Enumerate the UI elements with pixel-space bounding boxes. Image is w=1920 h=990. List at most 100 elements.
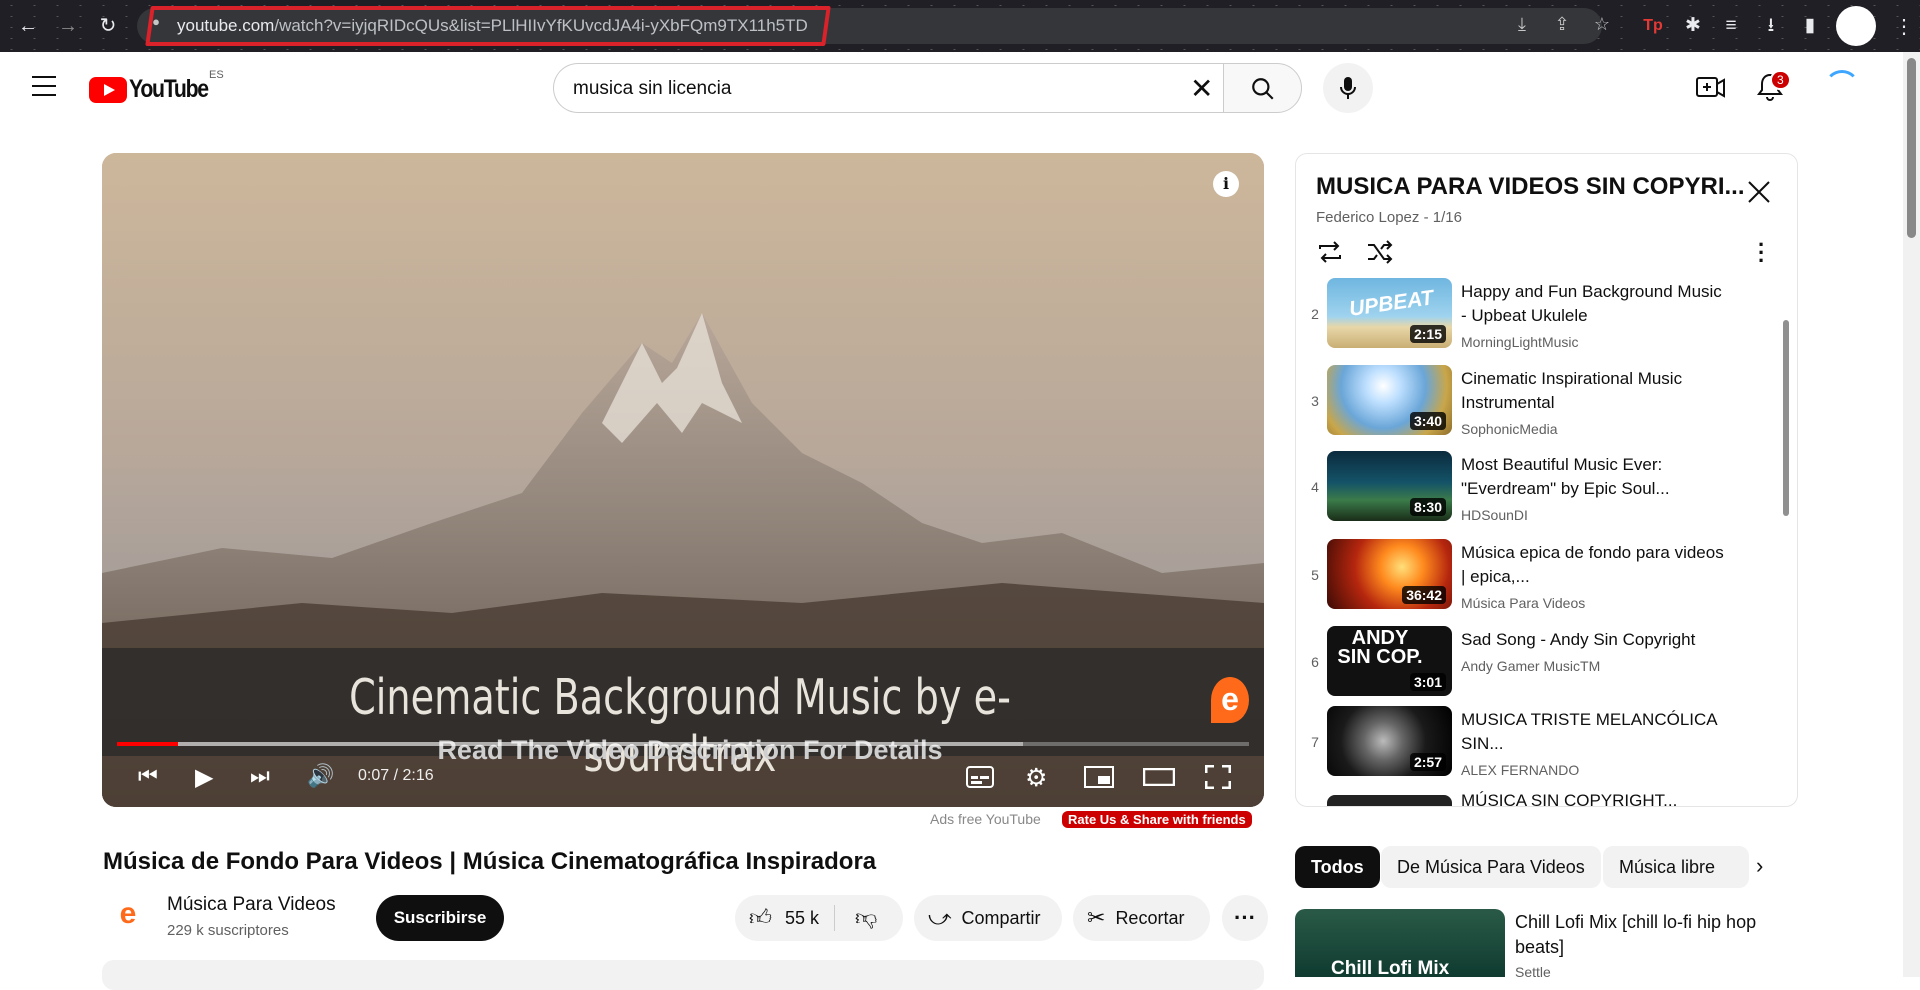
playlist-item-title: Cinematic Inspirational Music Instrument… [1461,369,1683,412]
close-playlist-icon[interactable] [1747,180,1771,204]
profile-avatar[interactable] [1836,6,1876,46]
thumbnail-text: ANDY SIN COP. [1337,627,1423,668]
miniplayer-icon[interactable] [1084,766,1114,788]
share-icon[interactable]: ⇪ [1550,14,1574,35]
reload-icon[interactable]: ↻ [94,12,122,40]
search-button[interactable] [1223,63,1302,113]
playlist-item[interactable]: 2 UPBEAT 2:15 Happy and Fun Background M… [1296,278,1776,354]
description-box[interactable] [102,960,1264,990]
downloads-icon[interactable]: ⭳ [1758,13,1784,39]
playlist-item-title: MUSICA TRISTE MELANCÓLICA SIN... [1461,710,1717,753]
progress-bar[interactable] [117,742,1249,746]
dislike-icon[interactable]: 👎︎ [855,904,877,931]
page-scrollbar[interactable] [1903,52,1920,977]
subtitles-icon[interactable] [966,766,994,788]
playlist-item-channel: Música Para Videos [1461,595,1586,611]
clip-button[interactable]: ✂ Recortar [1073,895,1210,941]
account-avatar-loading[interactable] [1824,70,1860,106]
clear-search-icon[interactable]: ✕ [1190,72,1213,105]
playlist-item[interactable]: MÚSICA SIN COPYRIGHT... [1296,791,1776,806]
clip-label: Recortar [1115,907,1185,928]
e-soundtrax-logo: e [1211,677,1249,723]
channel-avatar[interactable]: e [110,897,146,933]
playlist-item-channel: ALEX FERNANDO [1461,762,1580,778]
bookmark-star-icon[interactable]: ☆ [1590,14,1614,35]
playlist-item-thumbnail: UPBEAT 2:15 [1327,278,1452,348]
more-actions-icon[interactable]: ··· [1222,895,1268,941]
extension-tp-icon[interactable]: Tp [1640,13,1666,39]
playlist-item-thumbnail: 2:57 [1327,706,1452,776]
playlist-item-duration: 8:30 [1409,498,1446,516]
guide-menu-icon[interactable] [32,76,56,96]
playlist-item[interactable]: 7 2:57 MUSICA TRISTE MELANCÓLICA SIN... … [1296,706,1776,782]
subscribe-button[interactable]: Suscribirse [376,895,504,941]
playlist-more-icon[interactable]: · · · [1758,234,1765,272]
youtube-play-icon [89,76,127,103]
fullscreen-icon[interactable] [1205,765,1231,789]
playlist-scrollbar[interactable] [1783,320,1789,516]
volume-icon[interactable]: 🔊 [307,763,334,789]
playlist-item-duration: 2:57 [1409,753,1446,771]
chips-next-icon[interactable]: › [1756,853,1763,879]
playlist-items: 2 UPBEAT 2:15 Happy and Fun Background M… [1296,276,1791,806]
forward-icon[interactable]: → [54,12,82,40]
playlist-item-thumbnail: 3:40 [1327,365,1452,435]
microphone-icon [1340,77,1356,99]
voice-search-button[interactable] [1323,63,1373,113]
like-count[interactable]: 55 k [785,908,819,929]
playlist-item-duration: 3:01 [1409,673,1446,691]
chip-todos[interactable]: Todos [1295,846,1380,888]
create-video-icon[interactable] [1696,75,1726,101]
chrome-menu-icon[interactable]: ⋮ [1894,14,1914,39]
ads-free-text[interactable]: Ads free YouTube [930,811,1041,827]
playlist-item-title: Happy and Fun Background Music - Upbeat … [1461,282,1722,325]
next-icon[interactable]: ⏭ [250,763,270,789]
playlist-title[interactable]: MUSICA PARA VIDEOS SIN COPYRI... [1316,173,1745,201]
playlist-item-index: 2 [1311,306,1319,322]
channel-name[interactable]: Música Para Videos [167,894,336,916]
extensions-puzzle-icon[interactable]: ✱ [1680,13,1706,39]
rate-share-button[interactable]: Rate Us & Share with friends [1062,811,1252,828]
previous-icon[interactable]: ⏮ [138,763,158,789]
like-dislike-group: 👍︎ 55 k 👎︎ [735,895,903,941]
thumbnail-text: UPBEAT [1347,286,1435,321]
banner-subtitle: Read The Video Description For Details [437,735,943,765]
settings-gear-icon[interactable]: ⚙ [1025,763,1047,793]
install-icon[interactable]: ⤓ [1510,14,1534,35]
back-icon[interactable]: ← [14,12,42,40]
video-info-button[interactable]: i [1213,171,1239,197]
playlist-item[interactable]: 5 36:42 Música epica de fondo para video… [1296,539,1776,615]
playlist-item-index: 7 [1311,734,1319,750]
playlist-item-thumbnail: 8:30 [1327,451,1452,521]
playlist-item-title: Sad Song - Andy Sin Copyright [1461,630,1696,649]
playlist-item-index: 5 [1311,567,1319,583]
shuffle-icon[interactable] [1366,239,1394,265]
youtube-logo[interactable]: YouTube ES [89,69,224,104]
playlist-item-duration: 36:42 [1402,586,1446,604]
playlist-item-channel: SophonicMedia [1461,421,1558,437]
playlist-item-thumbnail: ANDY SIN COP. 3:01 [1327,626,1452,696]
playlist-meta: Federico Lopez - 1/16 [1316,209,1462,226]
share-button[interactable]: ⤻ Compartir [914,895,1062,941]
like-icon[interactable]: 👍︎ [749,904,772,931]
search-icon [1252,78,1274,100]
page-scrollbar-thumb[interactable] [1907,58,1916,238]
video-title: Música de Fondo Para Videos | Música Cin… [103,848,877,875]
recommendation-title[interactable]: Chill Lofi Mix [chill lo-fi hip hop beat… [1515,910,1785,960]
playlist-item-title: Música epica de fondo para videos | epic… [1461,543,1724,586]
loop-icon[interactable] [1316,239,1344,265]
url-highlight-annotation [145,6,831,46]
playlist-item[interactable]: 3 3:40 Cinematic Inspirational Music Ins… [1296,365,1776,441]
side-panel-icon[interactable]: ▮ [1797,13,1823,39]
theater-mode-icon[interactable] [1143,768,1175,786]
playlist-item-channel: MorningLightMusic [1461,334,1579,350]
playlist-item-thumbnail [1327,795,1452,806]
playlist-item-duration: 2:15 [1409,325,1446,343]
chip-de-musica-para-videos[interactable]: De Música Para Videos [1381,846,1601,888]
media-control-icon[interactable]: ≡ [1718,13,1744,39]
playlist-item[interactable]: 6 ANDY SIN COP. 3:01 Sad Song - Andy Sin… [1296,626,1776,702]
share-arrow-icon: ⤻ [928,905,952,930]
play-icon[interactable]: ▶ [195,763,213,792]
playlist-item[interactable]: 4 8:30 Most Beautiful Music Ever: "Everd… [1296,451,1776,527]
chip-musica-libre[interactable]: Música libre [1603,846,1749,888]
